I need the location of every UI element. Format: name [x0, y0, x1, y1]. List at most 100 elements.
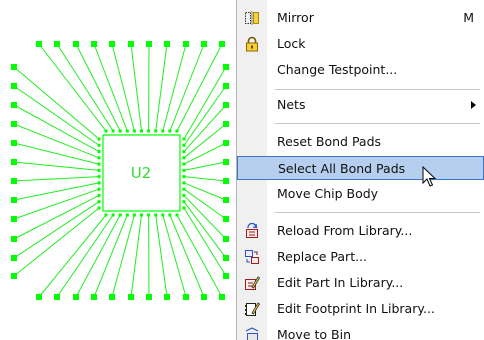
bond-pad[interactable]	[182, 168, 186, 172]
outer-pad[interactable]	[223, 102, 229, 108]
outer-pad[interactable]	[11, 64, 17, 70]
outer-pad[interactable]	[11, 197, 17, 203]
bond-pad[interactable]	[132, 129, 136, 133]
bond-pad[interactable]	[104, 213, 108, 217]
outer-pad[interactable]	[219, 294, 225, 300]
menu-item-edit-footprint-in-library[interactable]: Edit Footprint In Library...	[237, 297, 484, 321]
bond-pad[interactable]	[161, 213, 165, 217]
outer-pad[interactable]	[11, 216, 17, 222]
bond-pad[interactable]	[125, 129, 129, 133]
outer-pad[interactable]	[201, 294, 207, 300]
bond-pad[interactable]	[182, 206, 186, 210]
outer-pad[interactable]	[11, 121, 17, 127]
outer-pad[interactable]	[223, 216, 229, 222]
bond-pad[interactable]	[97, 193, 101, 197]
outer-pad[interactable]	[164, 41, 170, 47]
bond-pad[interactable]	[104, 129, 108, 133]
bond-pad[interactable]	[140, 213, 143, 217]
bond-pad[interactable]	[111, 213, 115, 217]
outer-pad[interactable]	[201, 41, 207, 47]
outer-pad[interactable]	[146, 41, 152, 47]
menu-item-edit-part-in-library[interactable]: Edit Part In Library...	[237, 271, 484, 295]
menu-item-reset-bond-pads[interactable]: Reset Bond Pads	[237, 130, 484, 154]
menu-item-change-testpoint[interactable]: Change Testpoint...	[237, 58, 484, 82]
outer-pad[interactable]	[11, 236, 17, 242]
outer-pad[interactable]	[11, 178, 17, 184]
outer-pad[interactable]	[109, 41, 115, 47]
outer-pad[interactable]	[11, 102, 17, 108]
bond-pad[interactable]	[168, 213, 172, 217]
bond-pad[interactable]	[182, 193, 186, 197]
menu-item-reload-from-library[interactable]: Reload From Library...	[237, 219, 484, 243]
bond-pad[interactable]	[97, 137, 101, 141]
outer-pad[interactable]	[223, 197, 229, 203]
outer-pad[interactable]	[128, 41, 134, 47]
menu-item-mirror[interactable]: Mirror M	[237, 6, 484, 30]
bond-pad[interactable]	[97, 162, 101, 166]
outer-pad[interactable]	[223, 140, 229, 146]
outer-pad[interactable]	[128, 294, 134, 300]
outer-pad[interactable]	[223, 159, 229, 165]
bond-pad[interactable]	[182, 187, 186, 191]
outer-pad[interactable]	[164, 294, 170, 300]
bond-pad[interactable]	[182, 200, 186, 204]
bond-pad[interactable]	[97, 143, 101, 147]
outer-pad[interactable]	[183, 294, 189, 300]
bond-pad[interactable]	[97, 168, 101, 172]
bond-pad[interactable]	[111, 129, 115, 133]
outer-pad[interactable]	[54, 294, 60, 300]
bond-pad[interactable]	[147, 213, 151, 217]
bond-pad[interactable]	[182, 143, 186, 147]
bond-pad[interactable]	[182, 175, 186, 179]
outer-pad[interactable]	[223, 178, 229, 184]
bond-pad[interactable]	[118, 213, 122, 217]
bond-pad[interactable]	[182, 137, 186, 141]
bond-pad[interactable]	[182, 156, 186, 160]
outer-pad[interactable]	[91, 294, 97, 300]
outer-pad[interactable]	[109, 294, 115, 300]
outer-pad[interactable]	[54, 41, 60, 47]
outer-pad[interactable]	[223, 64, 229, 70]
bond-pad[interactable]	[182, 181, 186, 185]
bond-pad[interactable]	[97, 200, 101, 204]
bond-pad[interactable]	[97, 187, 101, 191]
outer-pad[interactable]	[11, 159, 17, 165]
bond-pad[interactable]	[182, 162, 186, 166]
bond-pad[interactable]	[154, 129, 158, 133]
outer-pad[interactable]	[219, 41, 225, 47]
outer-pad[interactable]	[11, 83, 17, 89]
menu-item-nets[interactable]: Nets	[237, 93, 484, 117]
bond-pad[interactable]	[161, 129, 165, 133]
bond-pad[interactable]	[182, 150, 186, 154]
bond-pad[interactable]	[175, 213, 179, 217]
bond-pad[interactable]	[97, 206, 101, 210]
bond-pad[interactable]	[97, 175, 101, 179]
bond-pad[interactable]	[125, 213, 129, 217]
outer-pad[interactable]	[223, 121, 229, 127]
menu-item-select-all-bond-pads[interactable]: Select All Bond Pads	[237, 156, 484, 180]
outer-pad[interactable]	[223, 83, 229, 89]
bond-pad[interactable]	[175, 129, 179, 133]
bond-pad[interactable]	[147, 129, 151, 133]
bond-pad[interactable]	[97, 150, 101, 154]
outer-pad[interactable]	[91, 41, 97, 47]
bond-pad[interactable]	[97, 181, 101, 185]
menu-item-move-to-bin[interactable]: Move to Bin	[237, 323, 484, 340]
outer-pad[interactable]	[11, 255, 17, 261]
bond-pad[interactable]	[132, 213, 136, 217]
menu-item-replace-part[interactable]: Replace Part...	[237, 245, 484, 269]
outer-pad[interactable]	[11, 273, 17, 279]
outer-pad[interactable]	[73, 41, 79, 47]
bond-pad[interactable]	[140, 129, 143, 133]
menu-item-lock[interactable]: Lock	[237, 32, 484, 56]
bond-pad[interactable]	[168, 129, 172, 133]
outer-pad[interactable]	[223, 255, 229, 261]
outer-pad[interactable]	[223, 236, 229, 242]
bond-pad[interactable]	[97, 156, 101, 160]
outer-pad[interactable]	[183, 41, 189, 47]
bond-pad[interactable]	[154, 213, 158, 217]
outer-pad[interactable]	[11, 140, 17, 146]
outer-pad[interactable]	[223, 273, 229, 279]
outer-pad[interactable]	[36, 294, 42, 300]
outer-pad[interactable]	[36, 41, 42, 47]
